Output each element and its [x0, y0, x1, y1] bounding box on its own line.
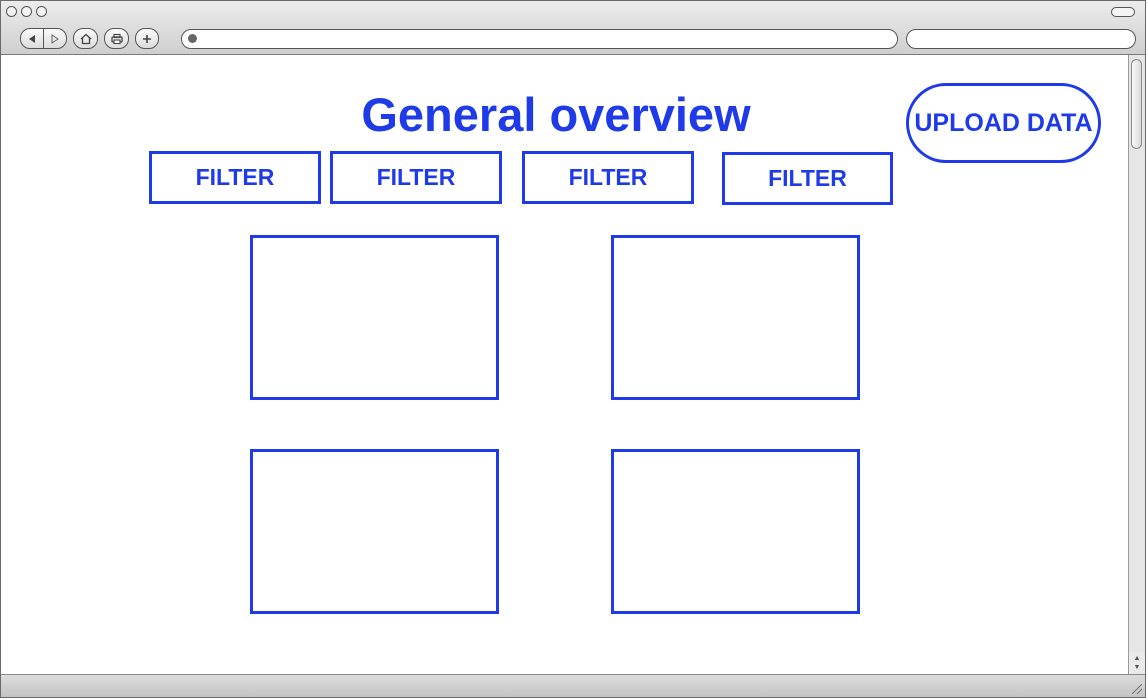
- back-arrow-icon: [29, 34, 35, 43]
- maximize-window-icon[interactable]: [36, 6, 47, 17]
- forward-arrow-icon: [51, 33, 59, 44]
- add-button[interactable]: [136, 29, 158, 48]
- add-bookmark-group: [135, 28, 159, 49]
- minimize-window-icon[interactable]: [21, 6, 32, 17]
- home-button[interactable]: [73, 28, 98, 49]
- toolbar-toggle-button[interactable]: [1111, 7, 1135, 17]
- print-button[interactable]: [104, 28, 129, 49]
- back-button[interactable]: [21, 29, 43, 48]
- scroll-arrows[interactable]: ▲ ▼: [1129, 652, 1145, 674]
- print-icon: [110, 33, 123, 44]
- scrollbar-thumb[interactable]: [1131, 59, 1142, 149]
- search-field[interactable]: [906, 29, 1136, 49]
- chart-panel-bottom-right: [611, 449, 860, 614]
- filter-button-4[interactable]: FILTER: [722, 152, 893, 205]
- forward-button[interactable]: [43, 29, 66, 48]
- page-title: General overview: [361, 88, 751, 141]
- chart-panel-top-left: [250, 235, 499, 400]
- filter-button-3[interactable]: FILTER: [522, 151, 694, 204]
- filter-button-2[interactable]: FILTER: [330, 151, 502, 204]
- filter-button-1[interactable]: FILTER: [149, 151, 321, 204]
- scroll-down-icon[interactable]: ▼: [1134, 663, 1141, 672]
- chart-panel-bottom-left: [250, 449, 499, 614]
- globe-icon: [188, 34, 197, 43]
- vertical-scrollbar[interactable]: ▲ ▼: [1128, 55, 1145, 674]
- back-forward-group: [20, 28, 67, 49]
- browser-window: General overview UPLOAD DATA FILTER FILT…: [0, 0, 1146, 698]
- address-bar[interactable]: [181, 29, 898, 49]
- scroll-up-icon[interactable]: ▲: [1134, 654, 1141, 663]
- upload-data-button[interactable]: UPLOAD DATA: [906, 83, 1101, 163]
- window-controls: [6, 6, 47, 17]
- page-content: General overview UPLOAD DATA FILTER FILT…: [1, 55, 1129, 674]
- plus-icon: [143, 34, 151, 43]
- resize-grip-icon[interactable]: [1132, 684, 1142, 694]
- home-icon: [80, 33, 91, 44]
- browser-toolbar: [1, 1, 1145, 55]
- navigation-buttons: [20, 28, 159, 49]
- close-window-icon[interactable]: [6, 6, 17, 17]
- status-bar: [1, 674, 1145, 697]
- chart-panel-top-right: [611, 235, 860, 400]
